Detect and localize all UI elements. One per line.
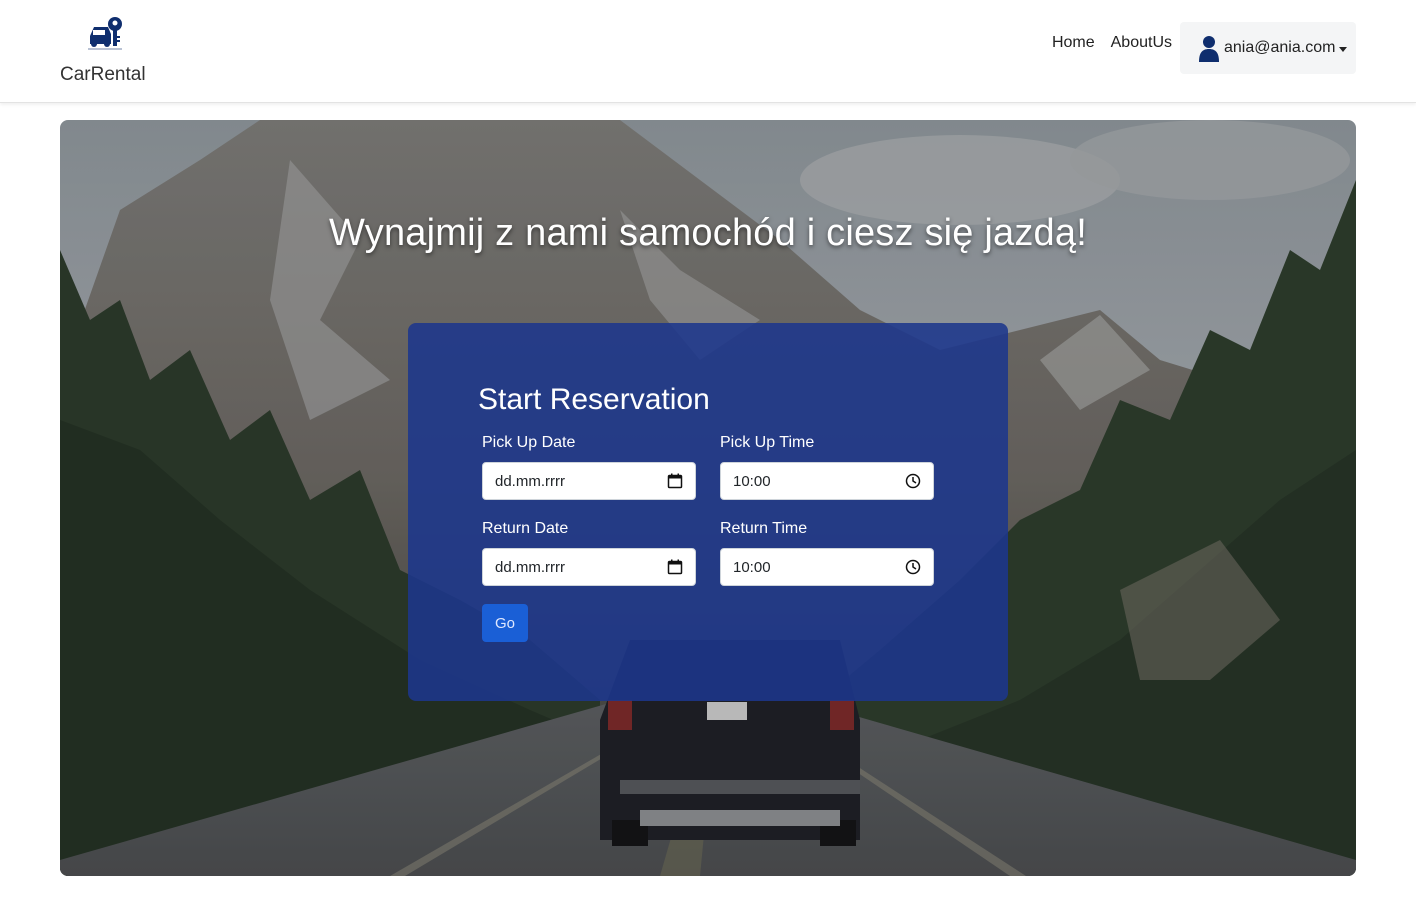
return-date-value: dd.mm.rrrr xyxy=(495,558,565,576)
hero-title: Wynajmij z nami samochód i ciesz się jaz… xyxy=(329,212,1087,254)
calendar-icon[interactable] xyxy=(667,473,683,489)
nav-home[interactable]: Home xyxy=(1052,34,1095,52)
return-time-input[interactable]: 10:00 xyxy=(720,548,934,586)
pickup-date-label: Pick Up Date xyxy=(482,434,576,451)
pickup-date-value: dd.mm.rrrr xyxy=(495,472,565,490)
chevron-down-icon xyxy=(1339,46,1348,52)
car-key-icon xyxy=(88,17,122,50)
pickup-time-input[interactable]: 10:00 xyxy=(720,462,934,500)
pickup-time-field: Pick Up Time 10:00 xyxy=(720,434,934,500)
pickup-time-label: Pick Up Time xyxy=(720,434,815,451)
return-date-input[interactable]: dd.mm.rrrr xyxy=(482,548,696,586)
return-date-label: Return Date xyxy=(482,520,569,537)
return-time-field: Return Time 10:00 xyxy=(720,520,934,586)
pickup-date-input[interactable]: dd.mm.rrrr xyxy=(482,462,696,500)
clock-icon[interactable] xyxy=(905,559,921,575)
go-button[interactable]: Go xyxy=(482,604,528,642)
navbar: CarRental Home AboutUs ania@ania.com xyxy=(0,0,1416,103)
user-icon xyxy=(1199,36,1219,62)
return-time-value: 10:00 xyxy=(733,558,771,576)
nav-about[interactable]: AboutUs xyxy=(1111,34,1172,52)
pickup-time-value: 10:00 xyxy=(733,472,771,490)
calendar-icon[interactable] xyxy=(667,559,683,575)
clock-icon[interactable] xyxy=(905,473,921,489)
return-time-label: Return Time xyxy=(720,520,808,537)
user-menu-button[interactable]: ania@ania.com xyxy=(1180,22,1356,74)
return-date-field: Return Date dd.mm.rrrr xyxy=(482,520,696,586)
reservation-card: Start Reservation Pick Up Date dd.mm.rrr… xyxy=(408,323,1008,701)
brand-name: CarRental xyxy=(60,64,146,85)
hero-banner: Wynajmij z nami samochód i ciesz się jaz… xyxy=(60,120,1356,876)
reservation-title: Start Reservation xyxy=(478,383,710,416)
pickup-date-field: Pick Up Date dd.mm.rrrr xyxy=(482,434,696,500)
nav-links: Home AboutUs ania@ania.com xyxy=(1052,22,1356,74)
user-email: ania@ania.com xyxy=(1224,39,1336,56)
